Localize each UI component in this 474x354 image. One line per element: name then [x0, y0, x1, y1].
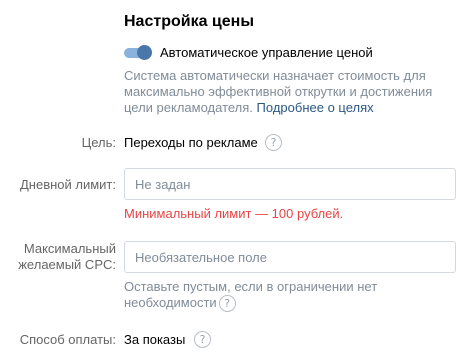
max-cpc-help-icon[interactable]: ?: [218, 295, 236, 313]
max-cpc-hint: Оставьте пустым, если в ограничении нет …: [124, 279, 444, 313]
toggle-knob: [137, 45, 152, 60]
goal-value: Переходы по рекламе: [124, 135, 258, 150]
section-title: Настройка цены: [124, 13, 254, 30]
payment-method-value: За показы: [124, 332, 186, 347]
daily-limit-input[interactable]: [124, 168, 456, 200]
max-cpc-input[interactable]: [124, 241, 456, 273]
auto-price-toggle-label[interactable]: Автоматическое управление ценой: [160, 44, 373, 61]
goal-label: Цель:: [81, 135, 116, 150]
goal-help-icon[interactable]: ?: [265, 134, 282, 151]
daily-limit-label: Дневной лимит:: [19, 177, 116, 192]
max-cpc-hint-text: Оставьте пустым, если в ограничении нет …: [124, 279, 378, 310]
auto-price-description: Система автоматически назначает стоимост…: [124, 68, 464, 116]
goals-more-link[interactable]: Подробнее о целях: [257, 100, 374, 115]
auto-price-toggle[interactable]: [124, 45, 152, 61]
daily-limit-error: Минимальный лимит — 100 рублей.: [124, 206, 344, 221]
max-cpc-label: Максимальный желаемый CPC:: [18, 241, 116, 272]
payment-method-label: Способ оплаты:: [19, 332, 116, 347]
payment-method-help-icon[interactable]: ?: [194, 331, 211, 348]
